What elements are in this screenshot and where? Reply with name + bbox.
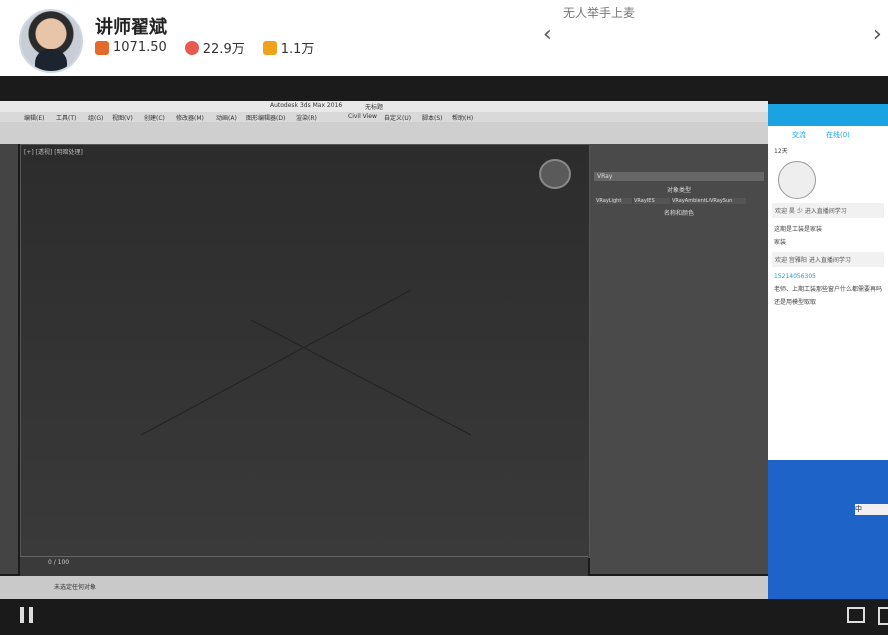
gift-box-icon — [95, 40, 109, 55]
left-tool-strip — [0, 144, 18, 574]
raise-hand-notice: 无人举手上麦 — [563, 6, 636, 20]
player-controls — [0, 599, 888, 635]
menu-item[interactable]: 脚本(S) — [422, 113, 443, 122]
chat-header — [768, 104, 888, 126]
object-type-label: 对象类型 — [666, 187, 691, 194]
desktop-background — [768, 460, 888, 599]
main-toolbar — [0, 122, 768, 144]
menu-item[interactable]: 工具(T) — [56, 113, 76, 122]
grid-lines — [140, 289, 472, 436]
chat-system-message: 欢迎 昊 少 进入直播间学习 — [772, 203, 884, 218]
chat-message: 家装 — [774, 239, 787, 246]
vrayambient-button[interactable]: VRayAmbientLight — [672, 198, 718, 204]
menu-item[interactable]: 图形编辑器(D) — [246, 113, 285, 122]
stat-gift: 1071.50 — [95, 38, 167, 57]
timeline[interactable]: 0 / 100 — [20, 556, 588, 577]
hammer-icon — [262, 40, 277, 55]
menu-item[interactable]: 视图(V) — [112, 113, 133, 122]
chat-username: 15214056305 — [774, 273, 816, 280]
status-bar — [0, 576, 768, 599]
chat-system-message: 欢迎 宫雅阳 进入直播间学习 — [772, 252, 884, 267]
max-title-bar: Autodesk 3ds Max 2016 无标题 — [0, 101, 768, 112]
perspective-viewport[interactable]: [+] [透视] [明暗处理] — [20, 144, 590, 558]
ime-indicator[interactable]: 中 — [855, 504, 888, 515]
stat-hammer: 1.1万 — [262, 38, 315, 57]
chat-message: 还是用模型取取 — [774, 299, 817, 306]
status-text: 未选定任何对象 — [54, 584, 97, 591]
broadcaster-name: 讲师翟斌 — [95, 17, 167, 38]
panda-sticker — [778, 161, 816, 199]
tab-chat[interactable]: 交流 — [792, 130, 806, 140]
chat-tabs: 交流 在线(0) — [768, 126, 888, 144]
flower-icon — [184, 40, 199, 55]
timeline-range: 0 / 100 — [48, 559, 70, 566]
chevron-right-icon[interactable]: › — [873, 22, 882, 47]
menu-item[interactable]: 修改器(M) — [176, 113, 204, 122]
avatar[interactable] — [19, 9, 83, 73]
renderer-select[interactable]: VRay — [594, 172, 764, 181]
menu-item[interactable]: 动画(A) — [216, 113, 237, 122]
chat-message: 这期是工装是家装 — [774, 226, 823, 233]
app-title: Autodesk 3ds Max 2016 — [270, 102, 343, 109]
menu-item[interactable]: 自定义(U) — [384, 113, 411, 122]
fullscreen-icon[interactable] — [878, 607, 888, 625]
name-color-label: 名称和颜色 — [663, 210, 694, 217]
menu-item[interactable]: 编辑(E) — [24, 113, 44, 122]
video-player[interactable]: Autodesk 3ds Max 2016 无标题 编辑(E) 工具(T) 组(… — [0, 76, 888, 599]
chat-message: 12天 — [774, 148, 788, 155]
broadcaster-header: 讲师翟斌 1071.50 22.9万 1.1万 无人举手上麦 ‹ › — [0, 0, 888, 76]
stats-bar: 1071.50 22.9万 1.1万 — [95, 38, 314, 57]
command-panel: VRay 对象类型 VRayLight VRayIES VRayAmbientL… — [590, 144, 768, 574]
stat-hammer-value: 1.1万 — [280, 42, 315, 57]
picture-in-picture-icon[interactable] — [847, 607, 865, 623]
stat-gift-value: 1071.50 — [113, 40, 167, 55]
vraylight-button[interactable]: VRayLight — [596, 198, 632, 204]
menu-item[interactable]: 渲染(R) — [296, 113, 317, 122]
menu-item[interactable]: 帮助(H) — [452, 113, 473, 122]
object-buttons: VRayLight VRayIES VRayAmbientLight VRayS… — [596, 198, 762, 204]
menu-item[interactable]: Civil View — [348, 113, 377, 120]
chevron-left-icon[interactable]: ‹ — [543, 22, 552, 47]
menu-item[interactable]: 组(G) — [88, 113, 103, 122]
tab-online[interactable]: 在线(0) — [826, 130, 850, 140]
pause-icon[interactable] — [18, 607, 36, 625]
chat-message: 老师、上期工装那些窗户什么都需要再吗 — [774, 286, 883, 293]
stat-flower: 22.9万 — [184, 38, 245, 57]
chat-window: 交流 在线(0) 12天 欢迎 昊 少 进入直播间学习 这期是工装是家装 家装 … — [768, 104, 888, 460]
vraysun-button[interactable]: VRaySun — [710, 198, 746, 204]
file-name: 无标题 — [365, 104, 384, 111]
vrayies-button[interactable]: VRayIES — [634, 198, 670, 204]
stat-flower-value: 22.9万 — [202, 42, 245, 57]
menu-item[interactable]: 创建(C) — [144, 113, 165, 122]
max-menu-bar: 编辑(E) 工具(T) 组(G) 视图(V) 创建(C) 修改器(M) 动画(A… — [0, 112, 768, 122]
